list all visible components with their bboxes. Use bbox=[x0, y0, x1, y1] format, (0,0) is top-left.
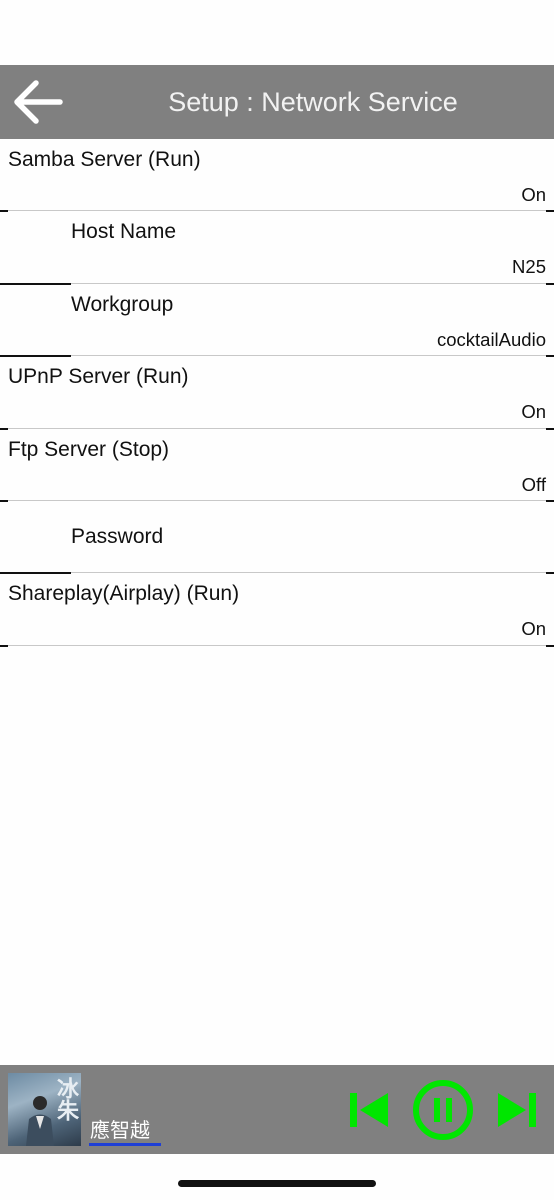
album-title: 冰朱 bbox=[53, 1077, 79, 1121]
page-title: Setup : Network Service bbox=[168, 87, 458, 117]
setting-row-samba-server[interactable]: Samba Server (Run) On bbox=[0, 139, 554, 213]
setting-value: cocktailAudio bbox=[436, 328, 546, 350]
setting-row-ftp-server[interactable]: Ftp Server (Stop) Off bbox=[0, 429, 554, 502]
divider bbox=[0, 644, 554, 646]
setting-row-workgroup[interactable]: Workgroup cocktailAudio bbox=[0, 284, 554, 358]
divider-mark bbox=[546, 644, 554, 647]
setting-value: Off bbox=[521, 473, 546, 495]
setting-title: UPnP Server (Run) bbox=[8, 365, 189, 389]
setting-title: Ftp Server (Stop) bbox=[8, 437, 170, 461]
track-artist[interactable]: 應智越 bbox=[90, 1114, 150, 1143]
skip-next-icon bbox=[498, 1093, 536, 1127]
setting-row-host-name[interactable]: Host Name N25 bbox=[0, 211, 554, 285]
previous-track-button[interactable] bbox=[348, 1091, 390, 1129]
setting-row-upnp-server[interactable]: UPnP Server (Run) On bbox=[0, 356, 554, 430]
progress-underline bbox=[89, 1143, 161, 1146]
setting-value: On bbox=[521, 401, 546, 423]
setting-value: N25 bbox=[512, 256, 546, 278]
setting-title: Shareplay(Airplay) (Run) bbox=[8, 582, 240, 606]
setting-title: Password bbox=[71, 524, 164, 548]
header-bar: Setup : Network Service bbox=[0, 65, 554, 139]
pause-circle-icon bbox=[413, 1080, 473, 1140]
setting-row-password[interactable]: Password bbox=[0, 501, 554, 575]
setting-row-shareplay[interactable]: Shareplay(Airplay) (Run) On bbox=[0, 573, 554, 647]
setting-title: Workgroup bbox=[71, 292, 174, 316]
skip-previous-icon bbox=[350, 1093, 388, 1127]
settings-list: Samba Server (Run) On Host Name N25 Work… bbox=[0, 139, 554, 647]
setting-title: Host Name bbox=[71, 220, 177, 244]
album-art[interactable]: 冰朱 bbox=[8, 1073, 81, 1146]
pause-button[interactable] bbox=[412, 1079, 474, 1141]
home-indicator[interactable] bbox=[178, 1180, 376, 1187]
mini-player: 冰朱 應智越 bbox=[0, 1065, 554, 1154]
setting-value: On bbox=[521, 184, 546, 205]
next-track-button[interactable] bbox=[496, 1091, 538, 1129]
setting-value: On bbox=[521, 618, 546, 640]
divider-mark bbox=[0, 644, 8, 647]
setting-title: Samba Server (Run) bbox=[8, 148, 201, 171]
network-service-screen: Setup : Network Service Samba Server (Ru… bbox=[0, 0, 554, 1200]
